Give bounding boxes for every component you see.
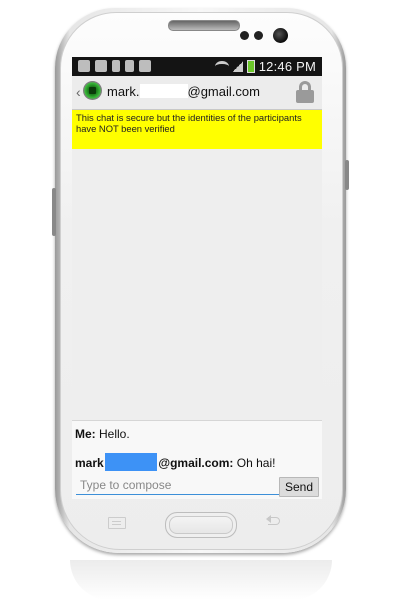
back-key-icon[interactable] — [266, 515, 282, 529]
message-text: Me: Hello. — [75, 427, 130, 441]
contact-suffix: @gmail.com — [187, 84, 260, 99]
message-sender-suffix: @gmail.com: — [158, 456, 234, 470]
lock-icon[interactable] — [296, 81, 314, 103]
security-notice-text: This chat is secure but the identities o… — [76, 112, 302, 134]
contact-prefix: mark. — [107, 84, 140, 99]
contact-avatar[interactable] — [83, 81, 102, 100]
volume-button — [52, 188, 56, 236]
message-row: Me: Hello. — [72, 420, 322, 448]
voicemail-icon — [95, 60, 107, 72]
redaction-box — [139, 84, 188, 98]
status-clock: 12:46 PM — [258, 59, 316, 74]
phone-reflection — [70, 560, 332, 600]
lock-icon — [125, 60, 134, 72]
battery-charging-icon — [246, 60, 255, 73]
message-sender: Me: — [75, 427, 96, 441]
wifi-icon — [214, 61, 229, 72]
message-body: Oh hai! — [233, 456, 276, 470]
notification-icons — [78, 60, 151, 72]
message-body: Hello. — [95, 427, 130, 441]
light-sensor — [254, 31, 263, 40]
security-notice: This chat is secure but the identities o… — [72, 110, 322, 149]
status-bar: 12:46 PM — [72, 57, 322, 76]
phone-screen: 12:46 PM ‹ mark. @gmail.com This chat is … — [72, 57, 322, 499]
compose-bar: Send — [72, 473, 322, 499]
avatar-badge-icon — [89, 87, 96, 94]
redaction-box — [105, 453, 158, 471]
play-icon — [139, 60, 151, 72]
contact-address: mark. @gmail.com — [107, 84, 260, 99]
image-icon — [78, 60, 90, 72]
lock-body — [296, 90, 314, 103]
wrench-icon — [112, 60, 120, 72]
home-button[interactable] — [165, 512, 237, 538]
chat-history[interactable] — [72, 149, 322, 420]
earpiece-speaker — [168, 20, 240, 31]
message-row: mark @gmail.com: Oh hai! — [72, 447, 322, 473]
menu-key-icon[interactable] — [108, 517, 126, 529]
proximity-sensor — [240, 31, 249, 40]
back-chevron-icon[interactable]: ‹ — [76, 84, 81, 100]
message-sender-prefix: mark — [75, 456, 104, 470]
chat-header: ‹ mark. @gmail.com — [72, 76, 322, 110]
message-text: mark @gmail.com: Oh hai! — [75, 453, 275, 471]
send-button[interactable]: Send — [279, 477, 319, 497]
system-status: 12:46 PM — [214, 59, 316, 74]
power-button — [345, 160, 349, 190]
compose-input[interactable] — [76, 475, 280, 495]
signal-icon — [232, 61, 243, 72]
front-camera — [273, 28, 288, 43]
